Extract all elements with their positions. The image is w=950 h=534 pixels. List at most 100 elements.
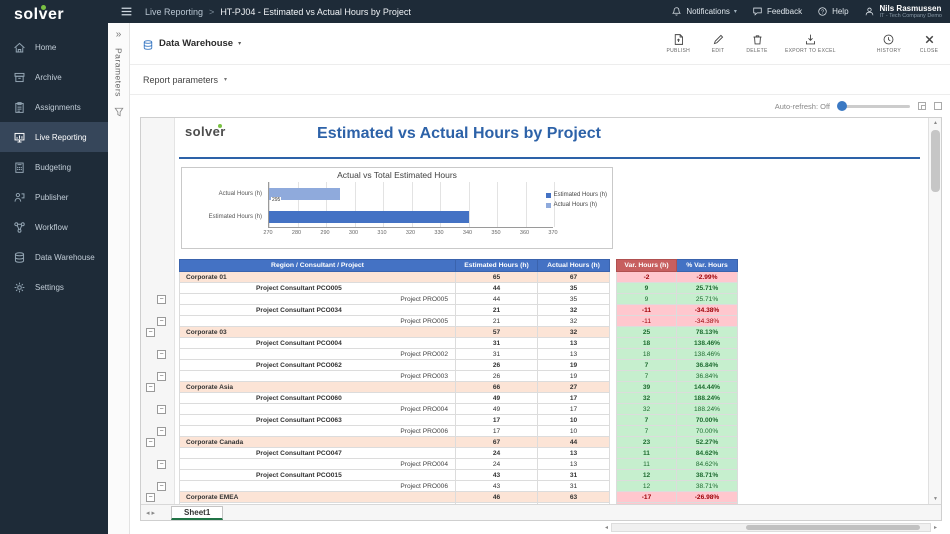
edit-button[interactable]: EDIT <box>707 33 729 54</box>
var-hours-cell: 11 <box>617 448 677 459</box>
data-source-dropdown[interactable]: Data Warehouse ▾ <box>142 38 241 50</box>
table-row: Project Consultant PCO0342132-11-34.38% <box>180 305 738 316</box>
outline-collapse-button[interactable]: − <box>157 295 166 304</box>
sidebar-item-budgeting[interactable]: Budgeting <box>0 152 108 182</box>
sidebar-nav: HomeArchiveAssignmentsLive ReportingBudg… <box>0 32 108 302</box>
pct-var-cell: 38.71% <box>677 481 738 492</box>
outline-collapse-button[interactable]: − <box>157 317 166 326</box>
pct-var-cell: 70.00% <box>677 415 738 426</box>
outline-collapse-button[interactable]: − <box>157 405 166 414</box>
sidebar-item-home[interactable]: Home <box>0 32 108 62</box>
pct-var-cell: 188.24% <box>677 393 738 404</box>
scroll-up-icon[interactable]: ▲ <box>929 120 942 126</box>
estimated-hours-cell: 44 <box>456 283 538 294</box>
column-gap <box>610 294 617 305</box>
actual-hours-cell: 32 <box>538 316 610 327</box>
breadcrumb-section[interactable]: Live Reporting <box>145 7 203 17</box>
hours-table: Region / Consultant / ProjectEstimated H… <box>179 259 738 504</box>
scrollbar-thumb[interactable] <box>746 525 921 530</box>
report-viewport: −−−−−−−−−−−− solver Estimated vs Actual … <box>140 117 942 521</box>
close-button[interactable]: CLOSE <box>918 33 940 54</box>
row-label: Project PRO004 <box>180 459 456 470</box>
sidebar-item-publisher[interactable]: Publisher <box>0 182 108 212</box>
sidebar-item-workflow[interactable]: Workflow <box>0 212 108 242</box>
notifications-button[interactable]: Notifications ▾ <box>671 6 737 17</box>
row-label: Project PRO005 <box>180 294 456 305</box>
scroll-left-icon[interactable]: ◂ <box>602 524 611 531</box>
outline-collapse-button[interactable]: − <box>146 493 155 502</box>
column-header: Var. Hours (h) <box>617 260 677 272</box>
actual-hours-cell: 63 <box>538 492 610 503</box>
fullscreen-icon[interactable] <box>934 102 942 110</box>
column-gap <box>610 492 617 503</box>
pct-var-cell: 84.62% <box>677 448 738 459</box>
sidebar-item-data-warehouse[interactable]: Data Warehouse <box>0 242 108 272</box>
legend-entry: Actual Hours (h) <box>546 202 607 208</box>
vertical-scrollbar[interactable]: ▲ ▼ <box>928 118 941 504</box>
expand-parameters-icon[interactable]: » <box>116 29 122 40</box>
horizontal-scrollbar[interactable] <box>611 523 931 532</box>
scroll-down-icon[interactable]: ▼ <box>929 496 942 502</box>
estimated-hours-cell: 26 <box>456 360 538 371</box>
sidebar-item-settings[interactable]: Settings <box>0 272 108 302</box>
user-organization: IT - Tech Company Demo <box>880 13 942 19</box>
sheet-tab[interactable]: Sheet1 <box>171 506 223 520</box>
chart-xticks: 270280290300310320330340350360370 <box>268 230 553 238</box>
chart-gridline <box>497 182 498 227</box>
x-tick-label: 360 <box>515 230 535 236</box>
delete-button[interactable]: DELETE <box>746 33 768 54</box>
estimated-hours-cell: 46 <box>456 492 538 503</box>
action-label: CLOSE <box>920 48 938 54</box>
action-label: PUBLISH <box>667 48 691 54</box>
row-label: Project Consultant PCO063 <box>180 415 456 426</box>
help-button[interactable]: ? Help <box>817 6 848 17</box>
export-to-excel-button[interactable]: EXPORT TO EXCEL <box>785 33 836 54</box>
chart-plot: 295 <box>268 182 553 228</box>
auto-refresh-slider[interactable] <box>838 105 910 108</box>
scrollbar-thumb[interactable] <box>931 130 940 192</box>
estimated-hours-cell: 21 <box>456 305 538 316</box>
outline-collapse-button[interactable]: − <box>157 427 166 436</box>
user-menu[interactable]: Nils Rasmussen IT - Tech Company Demo <box>864 4 942 20</box>
sidebar-item-assignments[interactable]: Assignments <box>0 92 108 122</box>
outline-collapse-button[interactable]: − <box>146 438 155 447</box>
sidebar-item-live-reporting[interactable]: Live Reporting <box>0 122 108 152</box>
budgeting-icon <box>13 160 27 174</box>
svg-text:?: ? <box>821 9 824 15</box>
pct-var-cell: -26.98% <box>677 492 738 503</box>
feedback-button[interactable]: Feedback <box>752 6 802 17</box>
publish-button[interactable]: PUBLISH <box>667 33 691 54</box>
sidebar-item-archive[interactable]: Archive <box>0 62 108 92</box>
home-icon <box>13 40 27 54</box>
close-icon <box>923 33 936 46</box>
publisher-icon <box>13 190 27 204</box>
filter-icon[interactable] <box>113 105 125 117</box>
assignments-icon <box>13 100 27 114</box>
actual-hours-cell: 37 <box>538 503 610 505</box>
table-row: Project Consultant PCO0054435925.71% <box>180 283 738 294</box>
column-gap <box>610 349 617 360</box>
outline-collapse-button[interactable]: − <box>146 383 155 392</box>
column-gap <box>610 470 617 481</box>
slider-knob[interactable] <box>837 101 847 111</box>
outline-collapse-button[interactable]: − <box>157 460 166 469</box>
menu-icon[interactable] <box>120 5 133 18</box>
table-row: Project Consultant PCO04724131184.62% <box>180 448 738 459</box>
estimated-hours-cell: 24 <box>456 448 538 459</box>
column-gap <box>610 459 617 470</box>
outline-collapse-button[interactable]: − <box>157 482 166 491</box>
column-gap <box>610 283 617 294</box>
pop-out-icon[interactable] <box>918 102 926 110</box>
outline-collapse-button[interactable]: − <box>157 372 166 381</box>
table-row: Project PRO004491732188.24% <box>180 404 738 415</box>
column-header: Estimated Hours (h) <box>456 260 538 272</box>
report-parameters-dropdown[interactable]: Report parameters ▾ <box>130 65 950 95</box>
history-button[interactable]: HISTORY <box>877 33 901 54</box>
pct-var-cell: 84.62% <box>677 459 738 470</box>
sheet-nav-arrows[interactable]: ◂▸ <box>146 509 157 517</box>
scroll-right-icon[interactable]: ▸ <box>931 524 940 531</box>
outline-collapse-button[interactable]: − <box>146 328 155 337</box>
outline-collapse-button[interactable]: − <box>157 350 166 359</box>
data-warehouse-icon <box>13 250 27 264</box>
row-label: Project Consultant PCO047 <box>180 448 456 459</box>
